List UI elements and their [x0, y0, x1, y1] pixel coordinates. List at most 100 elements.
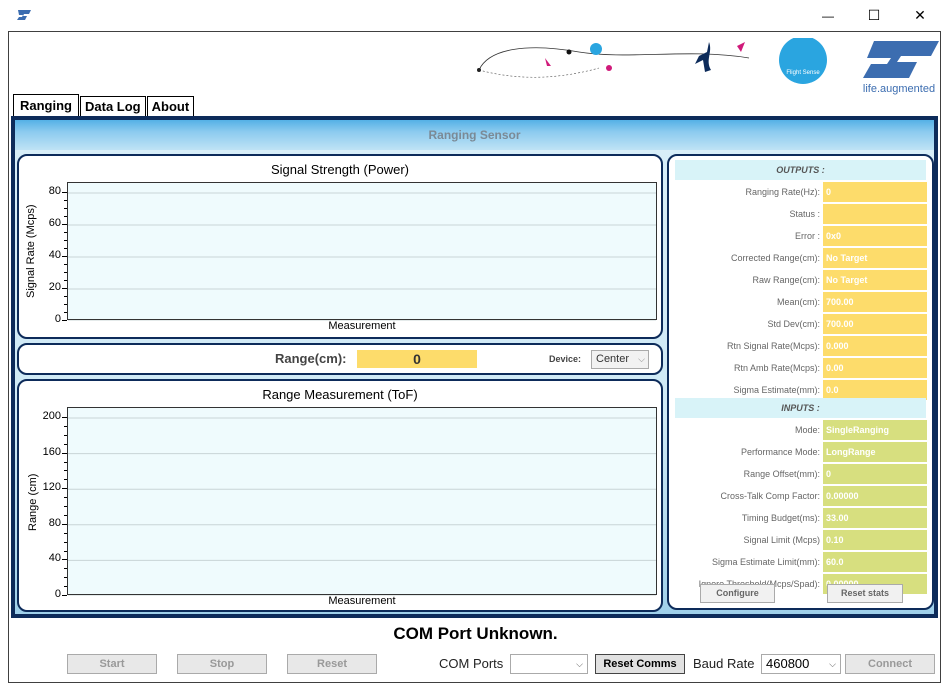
field-label: Performance Mode: — [740, 447, 820, 457]
reset-comms-button[interactable]: Reset Comms — [595, 654, 685, 674]
y-minor-tick — [64, 443, 67, 445]
y-minor-tick — [64, 523, 67, 525]
stop-button[interactable]: Stop — [177, 654, 267, 674]
y-tick-label: 0 — [54, 588, 61, 600]
y-minor-tick — [64, 192, 67, 193]
minimize-button[interactable]: — — [805, 0, 851, 31]
y-minor-tick — [64, 248, 67, 249]
chevron-down-icon: ⌵ — [829, 659, 836, 669]
reset-stats-button[interactable]: Reset stats — [827, 584, 903, 603]
y-tick-label: 80 — [48, 185, 61, 197]
field-value: No Target — [823, 248, 927, 268]
range-label: Range(cm): — [275, 351, 347, 366]
device-select-value: Center — [596, 353, 630, 365]
field-value[interactable]: 0.10 — [823, 530, 927, 550]
connect-button[interactable]: Connect — [845, 654, 935, 674]
baud-rate-label: Baud Rate — [693, 656, 755, 671]
y-minor-tick — [64, 532, 67, 534]
baud-rate-select[interactable]: 460800 ⌵ — [761, 654, 841, 674]
y-minor-tick — [64, 232, 67, 233]
signal-plot-area — [67, 182, 657, 321]
field-value — [823, 204, 927, 224]
field-label: Sigma Estimate(mm): — [733, 385, 820, 395]
minimize-icon: — — [822, 8, 834, 23]
plot-grid — [68, 417, 656, 596]
y-minor-tick — [64, 296, 67, 297]
start-button[interactable]: Start — [67, 654, 157, 674]
inputs-header: INPUTS : — [675, 398, 926, 418]
device-select[interactable]: Center ⌵ — [591, 350, 649, 369]
tab-data-log[interactable]: Data Log — [80, 96, 146, 116]
field-value[interactable]: SingleRanging — [823, 420, 927, 440]
tab-about[interactable]: About — [146, 96, 195, 116]
y-minor-tick — [64, 200, 67, 201]
plot-grid — [68, 192, 656, 321]
ranging-sensor-title: Ranging Sensor — [15, 120, 934, 150]
y-minor-tick — [64, 240, 67, 241]
y-minor-tick — [64, 417, 67, 418]
banner-art-icon: Flight Sense life.augmented — [477, 36, 939, 95]
chevron-down-icon: ⌵ — [576, 659, 583, 669]
baud-rate-value: 460800 — [766, 656, 810, 671]
field-label: Error : — [794, 231, 820, 241]
y-minor-tick — [64, 541, 67, 543]
y-minor-tick — [64, 568, 67, 570]
field-value: 700.00 — [823, 292, 927, 312]
ranging-tab-panel: Ranging Sensor Signal Strength (Power) S… — [11, 116, 938, 618]
y-minor-tick — [64, 506, 67, 507]
field-value[interactable]: 0.00000 — [823, 486, 927, 506]
close-icon: ✕ — [914, 7, 926, 23]
y-minor-tick — [64, 559, 67, 561]
y-minor-tick — [64, 514, 67, 516]
field-label: Status : — [789, 209, 820, 219]
configure-button[interactable]: Configure — [700, 584, 775, 603]
com-ports-select[interactable]: ⌵ — [510, 654, 588, 674]
y-minor-tick — [64, 256, 67, 257]
field-label: Ranging Rate(Hz): — [745, 187, 820, 197]
field-label: Raw Range(cm): — [752, 275, 820, 285]
y-minor-tick — [64, 470, 67, 472]
field-label: Mode: — [794, 425, 820, 435]
reset-button[interactable]: Reset — [287, 654, 377, 674]
ranging-panel-body: Ranging Sensor Signal Strength (Power) S… — [15, 120, 934, 614]
y-minor-tick — [64, 550, 67, 552]
y-minor-tick — [64, 224, 67, 225]
y-minor-tick — [64, 216, 67, 217]
field-label: Rtn Amb Rate(Mcps): — [733, 363, 820, 373]
range-measurement-chart: Range Measurement (ToF) Range (cm) Measu… — [17, 379, 663, 612]
chart-title: Range Measurement (ToF) — [262, 387, 418, 402]
field-value[interactable]: 0 — [823, 464, 927, 484]
field-label: Std Dev(cm): — [767, 319, 820, 329]
y-minor-tick — [64, 434, 67, 436]
y-minor-tick — [64, 320, 67, 321]
close-button[interactable]: ✕ — [897, 0, 943, 31]
sensor-parameters-panel: OUTPUTS : Ranging Rate(Hz): 0 Status : Erro… — [667, 154, 934, 610]
field-value: 0 — [823, 182, 927, 202]
field-value: 0.0 — [823, 380, 927, 400]
y-minor-tick — [64, 425, 67, 427]
y-tick-label: 60 — [48, 217, 61, 229]
field-label: Cross-Talk Comp Factor: — [720, 491, 820, 501]
maximize-button[interactable]: ☐ — [851, 0, 897, 31]
device-label: Device: — [549, 354, 582, 364]
y-tick-label: 20 — [48, 281, 61, 293]
y-minor-tick — [64, 452, 67, 454]
y-tick-label: 200 — [42, 410, 61, 422]
y-minor-tick — [64, 479, 67, 481]
field-value[interactable]: LongRange — [823, 442, 927, 462]
field-value[interactable]: 33.00 — [823, 508, 927, 528]
y-minor-tick — [64, 280, 67, 281]
x-axis-label: Measurement — [328, 320, 396, 332]
y-minor-tick — [64, 461, 67, 463]
y-minor-tick — [64, 488, 67, 490]
y-tick-label: 0 — [54, 313, 61, 325]
field-label: Mean(cm): — [776, 297, 820, 307]
y-minor-tick — [64, 272, 67, 273]
tab-bar: Ranging Data Log About — [13, 94, 195, 117]
range-plot-area — [67, 407, 657, 596]
chart-title: Signal Strength (Power) — [270, 162, 409, 177]
tab-ranging[interactable]: Ranging — [13, 94, 79, 116]
field-value[interactable]: 60.0 — [823, 552, 927, 572]
field-label: Timing Budget(ms): — [741, 513, 820, 523]
com-ports-label: COM Ports — [439, 656, 504, 671]
